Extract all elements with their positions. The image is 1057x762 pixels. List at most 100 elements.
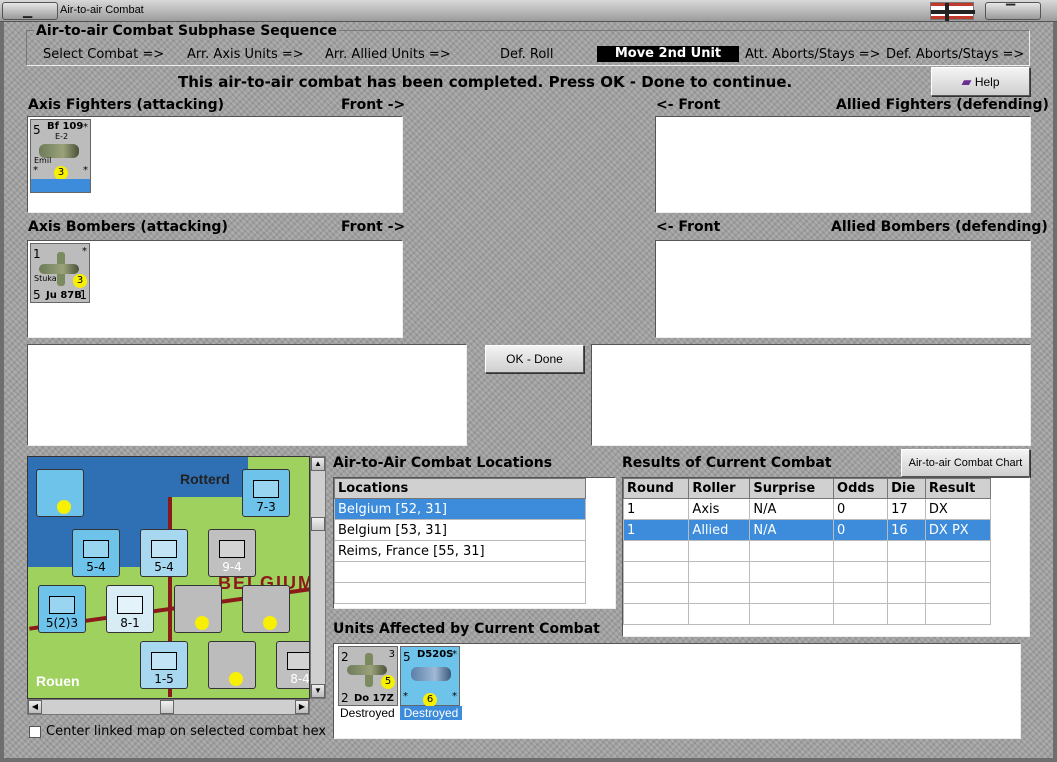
location-row[interactable] — [334, 561, 586, 583]
location-cell — [334, 561, 586, 583]
results-row[interactable] — [622, 540, 992, 562]
results-cell — [622, 582, 690, 604]
results-cell — [924, 561, 992, 583]
map-air-unit[interactable] — [36, 469, 84, 517]
location-row[interactable]: Belgium [52, 31] — [334, 498, 586, 520]
results-cell — [688, 603, 751, 625]
counter-star-right: * — [452, 691, 457, 702]
location-row[interactable]: Belgium [53, 31] — [334, 519, 586, 541]
axis-message-panel — [27, 344, 467, 446]
results-row[interactable] — [622, 561, 992, 583]
counter-name: Ju 87B — [46, 290, 82, 301]
map-unit[interactable]: 5-4 — [72, 529, 120, 577]
window-title: Air-to-air Combat — [60, 4, 144, 16]
results-cell — [833, 603, 889, 625]
results-cell — [924, 582, 992, 604]
affected-units-panel: 2 3 5 2 Do 17Z Destroyed 5 D520S * * * 6… — [333, 643, 1021, 739]
allied-bombers-panel — [655, 240, 1031, 338]
scroll-left-icon[interactable]: ◀ — [28, 700, 42, 714]
allied-fighters-front: <- Front — [656, 97, 721, 113]
step-arrange-axis: Arr. Axis Units => — [187, 47, 304, 62]
unit-status: Destroyed — [340, 706, 395, 720]
results-cell: 1 — [622, 498, 690, 520]
map-air-unit[interactable] — [208, 641, 256, 689]
unit-counter-d520s[interactable]: 5 D520S * * * 6 — [400, 646, 460, 707]
counter-star-right: * — [83, 165, 88, 176]
results-title: Results of Current Combat — [622, 455, 832, 471]
bomber-body — [347, 665, 387, 675]
scroll-up-icon[interactable]: ▲ — [311, 457, 325, 471]
linked-map[interactable]: Rotterd Rouen BELGIUM 7-3 5-4 5-4 9-4 5(… — [27, 456, 310, 699]
selection-bar — [31, 179, 90, 192]
results-cell — [749, 603, 835, 625]
results-column-header[interactable]: Odds — [833, 478, 889, 499]
map-horizontal-scrollbar[interactable]: ◀ ▶ — [27, 699, 310, 715]
unit-counter-bf109[interactable]: 5 Bf 109 * E-2 Emil * * 3 — [30, 119, 91, 193]
counter-star-left: * — [33, 165, 38, 176]
results-column-header[interactable]: Die — [887, 478, 926, 499]
map-unit-value: 5-4 — [154, 560, 174, 574]
results-row[interactable]: 1 Allied N/A 0 16 DX PX — [622, 519, 992, 541]
help-button[interactable]: ▰ Help — [931, 67, 1030, 96]
locations-header: Locations — [334, 478, 586, 499]
map-unit-value: 7-3 — [256, 500, 276, 514]
axis-bombers-panel: 1 * Stuka 3 5 Ju 87B 1 — [27, 240, 403, 338]
axis-bombers-label: Axis Bombers (attacking) — [28, 219, 228, 235]
ok-done-button[interactable]: OK - Done — [485, 345, 584, 373]
unit-counter-ju87[interactable]: 1 * Stuka 3 5 Ju 87B 1 — [30, 243, 90, 303]
results-row[interactable] — [622, 603, 992, 625]
map-label-rotterdam: Rotterd — [180, 471, 230, 487]
results-cell: 0 — [833, 498, 889, 520]
minimize-button[interactable]: ▁ — [2, 2, 58, 20]
counter-corner: 3 — [388, 649, 395, 660]
results-cell: Allied — [688, 519, 751, 541]
results-cell — [924, 540, 992, 562]
location-row[interactable]: Reims, France [55, 31] — [334, 540, 586, 562]
map-unit[interactable]: 1-5 — [140, 641, 188, 689]
location-cell: Belgium [52, 31] — [334, 498, 586, 520]
allied-bombers-front: <- Front — [656, 219, 721, 235]
results-cell — [688, 540, 751, 562]
results-column-header[interactable]: Roller — [688, 478, 751, 499]
combat-chart-button[interactable]: Air-to-air Combat Chart — [901, 449, 1030, 477]
results-cell — [887, 603, 926, 625]
map-unit[interactable]: 5-4 — [140, 529, 188, 577]
axis-fighters-label: Axis Fighters (attacking) — [28, 97, 224, 113]
step-att-aborts: Att. Aborts/Stays => — [745, 47, 881, 62]
results-column-header[interactable]: Surprise — [749, 478, 835, 499]
results-cell — [749, 561, 835, 583]
map-label-rouen: Rouen — [36, 673, 80, 689]
close-button[interactable]: ▔ — [985, 2, 1041, 20]
map-vertical-scrollbar[interactable]: ▲ ▼ — [310, 456, 326, 699]
subphase-title: Air-to-air Combat Subphase Sequence — [34, 23, 340, 39]
map-unit[interactable]: 9-4 — [208, 529, 256, 577]
scroll-thumb[interactable] — [160, 700, 174, 714]
results-column-header[interactable]: Result — [924, 478, 992, 499]
scroll-right-icon[interactable]: ▶ — [295, 700, 309, 714]
results-cell: 17 — [887, 498, 926, 520]
results-row[interactable]: 1 Axis N/A 0 17 DX — [622, 498, 992, 520]
results-column-header[interactable]: Round — [622, 478, 690, 499]
locations-list[interactable]: Locations Belgium [52, 31] Belgium [53, 3… — [333, 477, 616, 609]
map-unit[interactable]: 5(2)3 — [38, 585, 86, 633]
map-air-unit[interactable] — [174, 585, 222, 633]
results-row[interactable] — [622, 582, 992, 604]
scroll-thumb[interactable] — [311, 517, 325, 531]
center-map-checkbox[interactable] — [29, 726, 41, 738]
axis-fighters-panel: 5 Bf 109 * E-2 Emil * * 3 — [27, 116, 403, 213]
location-row[interactable] — [334, 582, 586, 604]
results-grid[interactable]: Round Roller Surprise Odds Die Result 1 Axis N/… — [622, 477, 1030, 637]
map-unit[interactable]: 7-3 — [242, 469, 290, 517]
scroll-down-icon[interactable]: ▼ — [311, 684, 325, 698]
results-cell — [688, 582, 751, 604]
minimize-icon: ▁ — [23, 4, 33, 18]
unit-status: Destroyed — [400, 706, 462, 720]
counter-value: 5 — [33, 123, 41, 137]
unit-counter-do17[interactable]: 2 3 5 2 Do 17Z — [338, 646, 398, 706]
map-unit[interactable]: 8-4 — [276, 641, 309, 689]
map-unit[interactable]: 8-1 — [106, 585, 154, 633]
results-cell — [887, 582, 926, 604]
map-air-unit[interactable] — [242, 585, 290, 633]
results-cell — [833, 540, 889, 562]
results-cell: 16 — [887, 519, 926, 541]
